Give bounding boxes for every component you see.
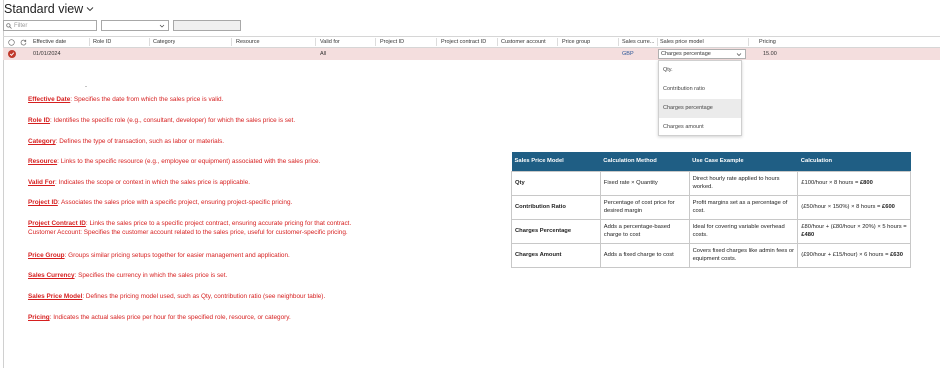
chevron-down-icon — [86, 7, 94, 12]
col-effective-date[interactable]: Effective date — [33, 37, 66, 47]
chevron-down-icon — [736, 53, 742, 56]
definition-category: Category: Defines the type of transactio… — [28, 138, 225, 145]
definition-customer-account: Customer Account: Specifies the customer… — [28, 229, 348, 236]
table-cell-method: Fixed rate × Quantity — [599, 170, 690, 196]
filter-dropdown[interactable] — [101, 20, 169, 31]
definition-sales-currency: Sales Currency: Specifies the currency i… — [28, 272, 228, 279]
table-header-cell: Sales Price Model — [511, 152, 601, 171]
cell-sales-currency[interactable]: GBP — [622, 48, 634, 60]
table-cell-calculation: (£90/hour + £15/hour) × 6 hours = £630 — [797, 242, 911, 268]
dropdown-option-charges-amount[interactable]: Charges amount — [659, 118, 741, 137]
filter-placeholder: Filter — [14, 22, 28, 29]
col-project-contract-id[interactable]: Project contract ID — [441, 37, 486, 47]
table-cell-example: Covers fixed charges like admin fees or … — [688, 242, 799, 268]
definition-sales-price-model: Sales Price Model: Defines the pricing m… — [28, 293, 326, 300]
table-cell-calculation: £100/hour × 8 hours = £800 — [797, 170, 911, 196]
table-cell-model: Qty — [511, 170, 601, 196]
col-price-group[interactable]: Price group — [562, 37, 590, 47]
definition-valid-for: Valid For: Indicates the scope or contex… — [28, 179, 251, 186]
col-project-id[interactable]: Project ID — [380, 37, 404, 47]
table-header-cell: Calculation — [797, 152, 911, 171]
cell-effective-date[interactable]: 01/01/2024 — [33, 48, 61, 60]
table-header-row: Sales Price Model Calculation Method Use… — [511, 152, 911, 171]
table-cell-calculation: (£50/hour × 150%) × 8 hours = £600 — [797, 194, 911, 220]
table-cell-example: Profit margins set as a percentage of co… — [688, 194, 799, 220]
definition-resource: Resource: Links to the specific resource… — [28, 158, 321, 165]
col-role-id[interactable]: Role ID — [93, 37, 111, 47]
definition-project-contract-id: Project Contract ID: Links the sales pri… — [28, 220, 352, 236]
cell-valid-for[interactable]: All — [320, 48, 326, 60]
table-cell-method: Adds a percentage-based charge to cost — [599, 218, 690, 244]
filter-bar: Filter — [3, 20, 241, 31]
dropdown-option-charges-percentage[interactable]: Charges percentage — [659, 99, 741, 118]
row-selected-icon[interactable] — [8, 50, 16, 58]
dropdown-option-contribution-ratio[interactable]: Contribution ratio — [659, 80, 741, 99]
filter-field-disabled[interactable] — [173, 20, 241, 31]
cell-pricing[interactable]: 15.00 — [763, 48, 777, 60]
table-cell-example: Ideal for covering variable overhead cos… — [688, 218, 799, 244]
table-row: Charges Amount Adds a fixed charge to co… — [511, 242, 911, 268]
table-cell-model: Contribution Ratio — [511, 194, 601, 220]
col-pricing[interactable]: Pricing — [759, 37, 776, 47]
definition-role-id: Role ID: Identifies the specific role (e… — [28, 117, 296, 124]
stray-mark: - — [85, 84, 87, 90]
col-sales-currency[interactable]: Sales curre... — [622, 37, 656, 47]
select-all-radio[interactable] — [8, 39, 15, 46]
definition-project-id: Project ID: Associates the sales price w… — [28, 199, 293, 206]
grid-header: Effective date Role ID Category Resource… — [3, 36, 940, 48]
definition-price-group: Price Group: Groups similar pricing setu… — [28, 252, 290, 259]
table-row: Charges Percentage Adds a percentage-bas… — [511, 218, 911, 244]
table-cell-method: Adds a fixed charge to cost — [599, 242, 690, 268]
table-cell-example: Direct hourly rate applied to hours work… — [688, 170, 799, 196]
table-cell-calculation: £80/hour + (£80/hour × 20%) × 5 hours = … — [797, 218, 911, 244]
col-customer-account[interactable]: Customer account — [501, 37, 546, 47]
col-sales-price-model[interactable]: Sales price model — [660, 37, 704, 47]
chevron-down-icon — [159, 24, 165, 28]
definition-effective-date: Effective Date: Specifies the date from … — [28, 96, 224, 103]
table-cell-model: Charges Percentage — [511, 218, 601, 244]
table-row: Contribution Ratio Percentage of cost pr… — [511, 194, 911, 220]
refresh-icon[interactable] — [20, 39, 27, 46]
table-row[interactable]: 01/01/2024 All GBP Charges percentage 15… — [3, 48, 940, 60]
table-header-cell: Calculation Method — [600, 152, 690, 171]
col-resource[interactable]: Resource — [236, 37, 260, 47]
table-cell-model: Charges Amount — [511, 242, 601, 268]
view-selector[interactable]: Standard view — [4, 1, 94, 17]
page-title: Standard view — [4, 2, 84, 16]
search-icon — [6, 22, 12, 29]
dropdown-option-qty[interactable]: Qty. — [659, 61, 741, 80]
col-valid-for[interactable]: Valid for — [320, 37, 340, 47]
table-row: Qty Fixed rate × Quantity Direct hourly … — [511, 170, 911, 196]
filter-input[interactable]: Filter — [3, 20, 97, 31]
sales-price-model-value: Charges percentage — [661, 51, 711, 57]
sales-price-model-table: Sales Price Model Calculation Method Use… — [511, 152, 911, 268]
sales-price-model-select[interactable]: Charges percentage — [658, 49, 746, 59]
col-category[interactable]: Category — [153, 37, 175, 47]
sales-price-model-dropdown: Qty. Contribution ratio Charges percenta… — [658, 60, 742, 136]
table-cell-method: Percentage of cost price for desired mar… — [599, 194, 690, 220]
definition-pricing: Pricing: Indicates the actual sales pric… — [28, 314, 291, 321]
table-header-cell: Use Case Example — [689, 152, 798, 171]
